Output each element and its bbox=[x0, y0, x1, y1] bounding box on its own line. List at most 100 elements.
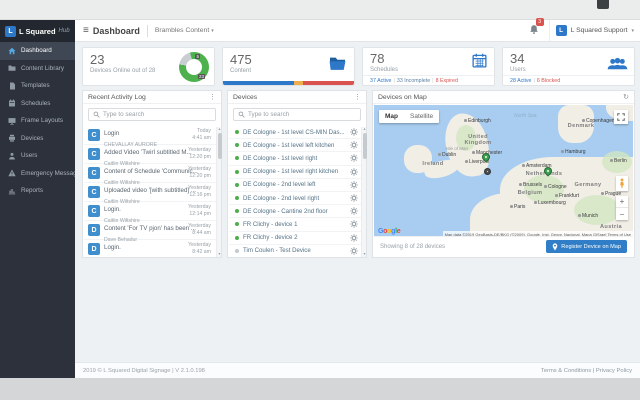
device-list-item[interactable]: DE Cologne - Cantine 2nd floor bbox=[229, 205, 365, 218]
map-button[interactable]: Map bbox=[379, 110, 404, 123]
sidebar-item-dashboard[interactable]: Dashboard bbox=[0, 42, 75, 60]
search-icon bbox=[93, 111, 100, 118]
street-view-pegman[interactable] bbox=[616, 176, 628, 191]
devices-list: DE Cologne - 1st level CS-MIN Das... DE C… bbox=[229, 126, 365, 256]
scroll-up-icon[interactable]: ▲ bbox=[362, 127, 367, 132]
activity-list-item[interactable]: DLogin.Dave BehadurYesterday8:42 am bbox=[84, 240, 220, 256]
map-label: Isle of Man bbox=[446, 146, 468, 151]
sidebar-item-emergency-message[interactable]: Emergency Message bbox=[0, 165, 75, 183]
scroll-down-icon[interactable]: ▼ bbox=[362, 252, 367, 257]
device-status-dot bbox=[235, 249, 239, 253]
device-list-item[interactable]: DE Cologne - 2nd level right bbox=[229, 192, 365, 205]
schedules-icon bbox=[8, 99, 16, 107]
activity-search-input[interactable] bbox=[103, 111, 211, 118]
activity-list: CLoginCHEVALLAY AUROREToday4:41 amCAdded… bbox=[84, 126, 220, 256]
context-selector[interactable]: Brambles Content ▾ bbox=[155, 27, 214, 34]
folder-icon bbox=[328, 56, 347, 76]
navbar-right: 3 L L Squared Support ▾ bbox=[529, 20, 640, 41]
map-pin-icon bbox=[552, 243, 558, 251]
device-list-item[interactable]: FR Clichy - device 2 bbox=[229, 232, 365, 245]
device-list-item[interactable]: Tim Coulen - Test Device bbox=[229, 245, 365, 256]
logo-icon: L bbox=[5, 26, 16, 37]
device-name: DE Cologne - Cantine 2nd floor bbox=[243, 208, 346, 215]
avatar: C bbox=[88, 186, 100, 198]
scroll-down-icon[interactable]: ▼ bbox=[217, 252, 222, 257]
device-name: DE Cologne - 1st level left kitchen bbox=[243, 142, 346, 149]
sidebar-item-content-library[interactable]: Content Library bbox=[0, 60, 75, 78]
device-list-item[interactable]: DE Cologne - 2nd level left bbox=[229, 179, 365, 192]
devices-online-donut-chart: 5 23 bbox=[179, 52, 209, 82]
device-list-item[interactable]: DE Cologne - 1st level CS-MIN Das... bbox=[229, 126, 365, 139]
gear-icon[interactable] bbox=[350, 154, 358, 162]
map-label: North Sea bbox=[514, 113, 537, 119]
gear-icon[interactable] bbox=[350, 194, 358, 202]
device-name: Tim Coulen - Test Device bbox=[243, 247, 346, 254]
gear-icon[interactable] bbox=[350, 128, 358, 136]
panel-header: Recent Activity Log ⋮ bbox=[83, 91, 221, 104]
map-label: Austria bbox=[596, 224, 626, 230]
app-logo[interactable]: L L Squared Hub bbox=[0, 20, 75, 42]
breakdown-item: 8 Expired bbox=[436, 78, 458, 84]
activity-scrollbar[interactable]: ▲ ▼ bbox=[216, 127, 221, 257]
fullscreen-button[interactable] bbox=[614, 110, 628, 124]
browser-extension-icon[interactable] bbox=[597, 0, 609, 9]
content-progress-bar bbox=[223, 81, 354, 85]
sidebar-item-reports[interactable]: Reports bbox=[0, 182, 75, 200]
donut-online-label: 23 bbox=[198, 74, 205, 79]
notifications-button[interactable]: 3 bbox=[529, 22, 539, 40]
kebab-menu-icon[interactable]: ⋮ bbox=[354, 94, 361, 101]
scrollbar-thumb[interactable] bbox=[363, 133, 367, 159]
gear-icon[interactable] bbox=[350, 141, 358, 149]
user-avatar: L bbox=[556, 25, 567, 36]
map-land bbox=[404, 145, 432, 173]
footer-links[interactable]: Terms & Conditions | Privacy Policy bbox=[541, 368, 632, 374]
scroll-up-icon[interactable]: ▲ bbox=[217, 127, 222, 132]
hamburger-icon[interactable]: ≡ bbox=[83, 25, 89, 36]
page-title: Dashboard bbox=[93, 26, 140, 36]
device-status-dot bbox=[235, 222, 239, 226]
map-label: Frankfurt bbox=[555, 193, 579, 199]
sidebar-item-devices[interactable]: Devices bbox=[0, 130, 75, 148]
gear-icon[interactable] bbox=[350, 168, 358, 176]
activity-title: Login. bbox=[104, 244, 121, 251]
device-status-dot bbox=[235, 170, 239, 174]
sidebar-item-users[interactable]: Users bbox=[0, 147, 75, 165]
refresh-icon[interactable]: ↻ bbox=[623, 94, 629, 101]
devices-scrollbar[interactable]: ▲ ▼ bbox=[361, 127, 366, 257]
sidebar-item-frame-layouts[interactable]: Frame Layouts bbox=[0, 112, 75, 130]
users-breakdown: 28 Active|6 Blocked bbox=[503, 75, 634, 85]
user-menu[interactable]: L L Squared Support ▾ bbox=[549, 20, 640, 41]
device-list-item[interactable]: FR Clichy - device 1 bbox=[229, 218, 365, 231]
device-status-dot bbox=[235, 236, 239, 240]
progress-segment bbox=[294, 81, 303, 85]
device-list-item[interactable]: DE Cologne - 1st level left kitchen bbox=[229, 139, 365, 152]
calendar-icon bbox=[472, 53, 487, 73]
register-device-button[interactable]: Register Device on Map bbox=[546, 240, 627, 253]
sidebar-item-templates[interactable]: Templates bbox=[0, 77, 75, 95]
device-status-dot bbox=[235, 143, 239, 147]
google-logo: Google bbox=[378, 228, 400, 235]
fullscreen-icon bbox=[617, 113, 625, 121]
gear-icon[interactable] bbox=[350, 220, 358, 228]
map-zoom-control: + − bbox=[616, 196, 628, 220]
device-map-cluster[interactable] bbox=[484, 168, 491, 175]
zoom-out-button[interactable]: − bbox=[616, 208, 628, 220]
device-list-item[interactable]: DE Cologne - 1st level right kitchen bbox=[229, 166, 365, 179]
search-icon bbox=[238, 111, 245, 118]
gear-icon[interactable] bbox=[350, 181, 358, 189]
gear-icon[interactable] bbox=[350, 234, 358, 242]
map-label: Paris bbox=[510, 204, 525, 210]
zoom-in-button[interactable]: + bbox=[616, 196, 628, 208]
gear-icon[interactable] bbox=[350, 247, 358, 255]
device-status-dot bbox=[235, 156, 239, 160]
satellite-button[interactable]: Satellite bbox=[404, 110, 439, 123]
device-list-item[interactable]: DE Cologne - 1st level right bbox=[229, 152, 365, 165]
sidebar: L L Squared Hub DashboardContent Library… bbox=[0, 20, 75, 378]
sidebar-item-schedules[interactable]: Schedules bbox=[0, 95, 75, 113]
gear-icon[interactable] bbox=[350, 207, 358, 215]
activity-timestamp: Today4:41 am bbox=[192, 128, 211, 142]
scrollbar-thumb[interactable] bbox=[218, 133, 222, 159]
devices-search-input[interactable] bbox=[248, 111, 356, 118]
google-map[interactable]: North SeaEdinburghUnited KingdomIsle of … bbox=[374, 105, 633, 238]
kebab-menu-icon[interactable]: ⋮ bbox=[209, 94, 216, 101]
